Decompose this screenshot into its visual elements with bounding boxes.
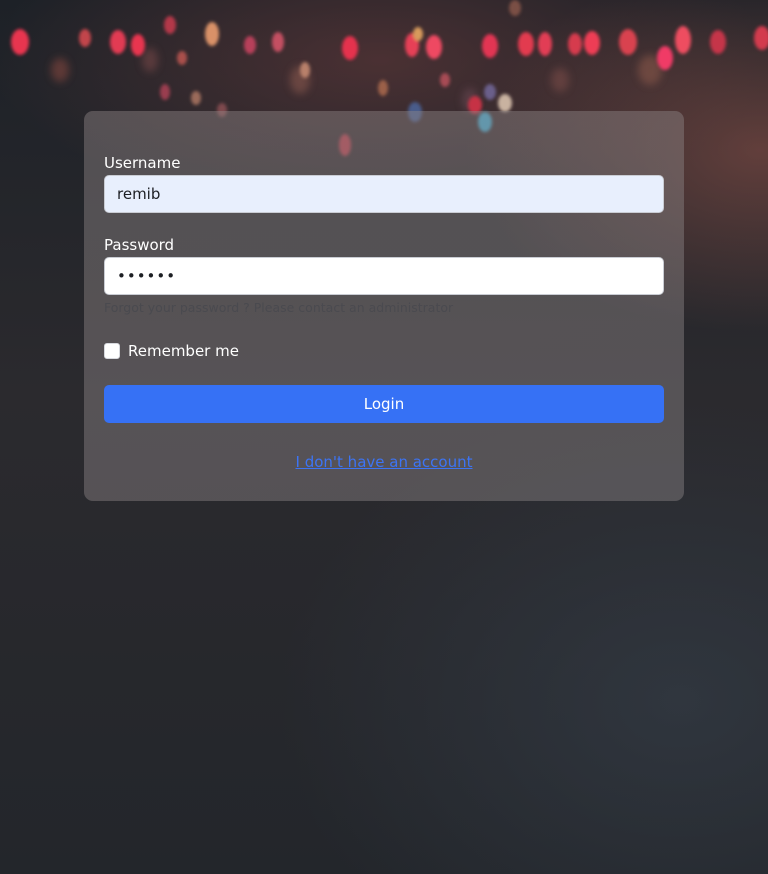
remember-me-row[interactable]: Remember me [104,342,239,360]
login-page: Username Password Forgot your password ?… [0,0,768,874]
remember-me-label[interactable]: Remember me [128,342,239,360]
username-label: Username [104,154,181,172]
login-form: Username Password Forgot your password ?… [84,111,684,501]
login-button[interactable]: Login [104,385,664,423]
password-label: Password [104,236,175,254]
username-input[interactable] [104,175,664,213]
password-input[interactable] [104,257,664,295]
forgot-password-hint: Forgot your password ? Please contact an… [104,300,454,315]
remember-me-checkbox[interactable] [104,343,120,359]
no-account-link[interactable]: I don't have an account [84,453,684,471]
